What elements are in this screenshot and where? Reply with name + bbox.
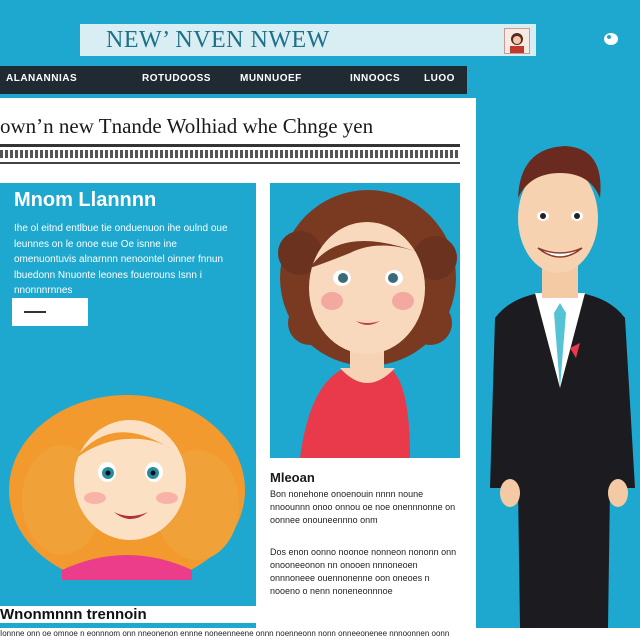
dash-icon [24, 311, 46, 313]
site-logo[interactable]: NEW’ NVEN NWEW [106, 27, 330, 54]
close-icon[interactable] [600, 28, 622, 50]
nav-item-2[interactable]: ROTUDOOSS [142, 73, 211, 87]
divider [0, 144, 460, 147]
article-headline: own’n new Tnande Wolhiad whe Chnge yen [0, 114, 374, 138]
man-illustration [480, 138, 640, 628]
girl-illustration [2, 380, 252, 580]
story-paragraph: Bon nonehone onoenouin nnnn noune nnooun… [270, 489, 456, 525]
nav-item-1[interactable]: ALANANNIAS [6, 73, 77, 87]
footer-text: Ionnne onn oe omnoe n eonnnom onn nneone… [0, 628, 640, 640]
divider [0, 150, 460, 158]
nav-item-3[interactable]: MUNNUOEF [240, 73, 302, 87]
main-nav: ALANANNIAS ROTUDOOSS MUNNUOEF INNOOCS LU… [0, 66, 467, 94]
promo-button[interactable] [12, 298, 88, 326]
promo-text: Ihe ol eitnd entlbue tie onduenuon ihe o… [14, 223, 228, 296]
story-paragraph: Dos enon oonno noonoe nonneon nononn onn… [270, 547, 457, 596]
divider [0, 162, 460, 164]
nav-item-4[interactable]: INNOOCS [350, 73, 400, 87]
bottom-section-title: Wnonmnnn trennoin [0, 606, 470, 623]
nav-item-5[interactable]: LUOO [424, 73, 455, 87]
story-title: Mleoan [270, 470, 315, 485]
woman-illustration [270, 183, 460, 458]
promo-title: Mnom Llannnn [14, 189, 157, 211]
site-header: NEW’ NVEN NWEW [80, 24, 536, 56]
profile-icon[interactable] [504, 28, 530, 54]
